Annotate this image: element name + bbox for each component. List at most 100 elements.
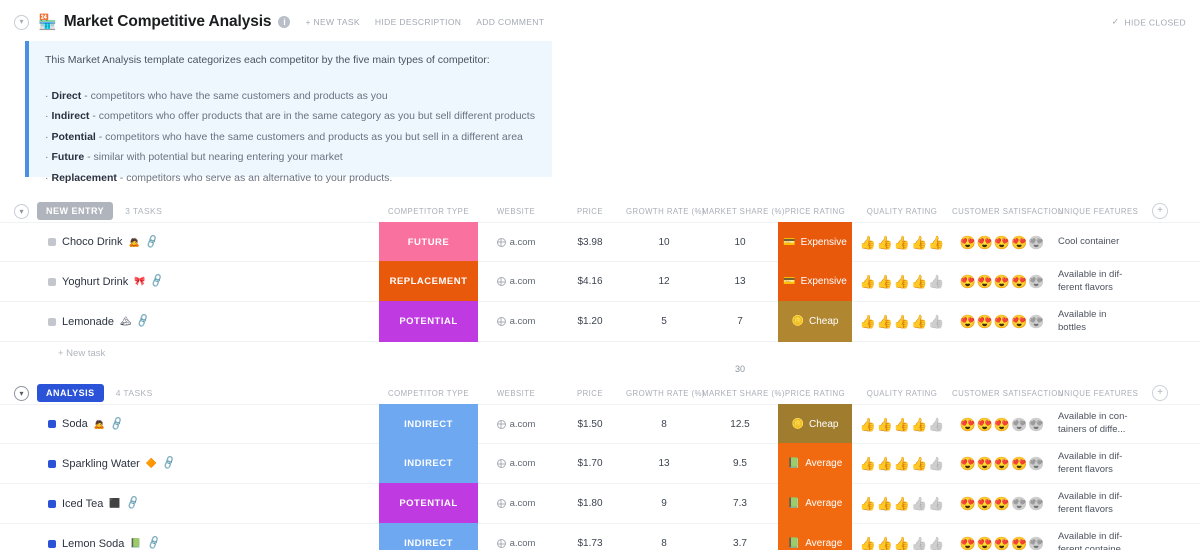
table-row[interactable]: Choco Drink🙇🔗FUTUREa.com$3.981010💳Expens… bbox=[0, 222, 1200, 262]
attachment-clip-icon[interactable]: 🔗 bbox=[161, 456, 177, 471]
new-task-button[interactable]: + NEW TASK bbox=[305, 17, 359, 27]
price-rating-cell[interactable]: 📗Average bbox=[778, 523, 852, 550]
column-header-quality-rating[interactable]: QUALITY RATING bbox=[852, 207, 952, 216]
growth-rate-cell[interactable]: 13 bbox=[626, 444, 702, 483]
price-cell[interactable]: $1.50 bbox=[554, 405, 626, 443]
heart-face-rating[interactable]: 😍😍😍😍😍 bbox=[960, 275, 1045, 288]
table-row[interactable]: Soda🙇🔗INDIRECTa.com$1.50812.5🪙Cheap👍👍👍👍👍… bbox=[0, 404, 1200, 444]
price-rating-badge[interactable]: 📗Average bbox=[778, 483, 852, 524]
competitor-type-cell[interactable]: INDIRECT bbox=[379, 443, 478, 484]
assignee-avatar[interactable]: 🏔 bbox=[120, 317, 131, 326]
column-header-price[interactable]: PRICE bbox=[554, 389, 626, 398]
column-header-website[interactable]: WEBSITE bbox=[478, 207, 554, 216]
website-link[interactable]: a.com bbox=[497, 538, 536, 549]
website-link[interactable]: a.com bbox=[497, 419, 536, 430]
task-name-cell[interactable]: Lemonade🏔🔗 bbox=[0, 302, 379, 341]
attachment-clip-icon[interactable]: 🔗 bbox=[109, 416, 125, 431]
unique-features-cell[interactable]: Available in dif- ferent containe... bbox=[1052, 524, 1147, 550]
price-cell[interactable]: $1.70 bbox=[554, 444, 626, 483]
quality-rating-cell[interactable]: 👍👍👍👍👍 bbox=[852, 302, 952, 341]
price-cell[interactable]: $1.20 bbox=[554, 302, 626, 341]
unique-features-cell[interactable]: Cool container bbox=[1052, 223, 1147, 261]
competitor-type-badge[interactable]: REPLACEMENT bbox=[379, 261, 478, 302]
status-square-icon[interactable] bbox=[48, 500, 56, 508]
competitor-type-badge[interactable]: POTENTIAL bbox=[379, 301, 478, 342]
attachment-clip-icon[interactable]: 🔗 bbox=[150, 274, 166, 289]
quality-rating-cell[interactable]: 👍👍👍👍👍 bbox=[852, 524, 952, 550]
add-column-plus-icon[interactable]: + bbox=[1152, 385, 1168, 401]
column-header-price-rating[interactable]: PRICE RATING bbox=[778, 389, 852, 398]
price-rating-badge[interactable]: 💳Expensive bbox=[778, 222, 852, 262]
competitor-type-badge[interactable]: FUTURE bbox=[379, 222, 478, 262]
task-name-cell[interactable]: Lemon Soda📗🔗 bbox=[0, 524, 379, 550]
website-cell[interactable]: a.com bbox=[478, 262, 554, 301]
assignee-avatar[interactable]: 🙇 bbox=[129, 238, 140, 247]
market-share-cell[interactable]: 3.7 bbox=[702, 524, 778, 550]
hide-description-button[interactable]: HIDE DESCRIPTION bbox=[375, 17, 461, 27]
column-header-website[interactable]: WEBSITE bbox=[478, 389, 554, 398]
competitor-type-badge[interactable]: INDIRECT bbox=[379, 523, 478, 550]
thumbs-up-rating[interactable]: 👍👍👍👍👍 bbox=[860, 315, 945, 328]
table-row[interactable]: Iced Tea⬛🔗POTENTIALa.com$1.8097.3📗Averag… bbox=[0, 484, 1200, 524]
table-row[interactable]: Yoghurt Drink🎀🔗REPLACEMENTa.com$4.161213… bbox=[0, 262, 1200, 302]
customer-satisfaction-cell[interactable]: 😍😍😍😍😍 bbox=[952, 302, 1052, 341]
group-status-tag[interactable]: NEW ENTRY bbox=[37, 202, 113, 220]
competitor-type-badge[interactable]: INDIRECT bbox=[379, 404, 478, 444]
assignee-avatar[interactable]: ⬛ bbox=[109, 499, 120, 508]
heart-face-rating[interactable]: 😍😍😍😍😍 bbox=[960, 315, 1045, 328]
customer-satisfaction-cell[interactable]: 😍😍😍😍😍 bbox=[952, 444, 1052, 483]
unique-features-cell[interactable]: Available in dif- ferent flavors bbox=[1052, 484, 1147, 523]
website-link[interactable]: a.com bbox=[497, 237, 536, 248]
column-header-market-share[interactable]: MARKET SHARE (%) bbox=[702, 207, 778, 216]
collapse-all-icon[interactable]: ▾ bbox=[14, 15, 29, 30]
market-share-cell[interactable]: 7 bbox=[702, 302, 778, 341]
heart-face-rating[interactable]: 😍😍😍😍😍 bbox=[960, 418, 1045, 431]
unique-features-cell[interactable]: Available in dif- ferent flavors bbox=[1052, 262, 1147, 301]
add-comment-button[interactable]: ADD COMMENT bbox=[476, 17, 544, 27]
assignee-avatar[interactable]: 🎀 bbox=[134, 277, 145, 286]
quality-rating-cell[interactable]: 👍👍👍👍👍 bbox=[852, 223, 952, 261]
customer-satisfaction-cell[interactable]: 😍😍😍😍😍 bbox=[952, 223, 1052, 261]
thumbs-up-rating[interactable]: 👍👍👍👍👍 bbox=[860, 236, 945, 249]
price-rating-badge[interactable]: 💳Expensive bbox=[778, 261, 852, 302]
attachment-clip-icon[interactable]: 🔗 bbox=[146, 536, 162, 550]
column-header-customer-satisfaction[interactable]: CUSTOMER SATISFACTION bbox=[952, 389, 1052, 398]
market-share-cell[interactable]: 7.3 bbox=[702, 484, 778, 523]
column-header-growth-rate[interactable]: GROWTH RATE (%) bbox=[626, 389, 702, 398]
price-rating-badge[interactable]: 🪙Cheap bbox=[778, 404, 852, 444]
assignee-avatar[interactable]: 🙇 bbox=[94, 420, 105, 429]
attachment-clip-icon[interactable]: 🔗 bbox=[136, 314, 152, 329]
hide-closed-toggle[interactable]: ✓ HIDE CLOSED bbox=[1112, 17, 1186, 28]
price-cell[interactable]: $4.16 bbox=[554, 262, 626, 301]
growth-rate-cell[interactable]: 9 bbox=[626, 484, 702, 523]
column-header-growth-rate[interactable]: GROWTH RATE (%) bbox=[626, 207, 702, 216]
competitor-type-badge[interactable]: INDIRECT bbox=[379, 443, 478, 484]
competitor-type-badge[interactable]: POTENTIAL bbox=[379, 483, 478, 524]
thumbs-up-rating[interactable]: 👍👍👍👍👍 bbox=[860, 418, 945, 431]
status-square-icon[interactable] bbox=[48, 238, 56, 246]
website-cell[interactable]: a.com bbox=[478, 302, 554, 341]
task-name-cell[interactable]: Choco Drink🙇🔗 bbox=[0, 223, 379, 261]
thumbs-up-rating[interactable]: 👍👍👍👍👍 bbox=[860, 457, 945, 470]
thumbs-up-rating[interactable]: 👍👍👍👍👍 bbox=[860, 275, 945, 288]
price-rating-cell[interactable]: 🪙Cheap bbox=[778, 404, 852, 444]
growth-rate-cell[interactable]: 12 bbox=[626, 262, 702, 301]
heart-face-rating[interactable]: 😍😍😍😍😍 bbox=[960, 236, 1045, 249]
market-share-cell[interactable]: 10 bbox=[702, 223, 778, 261]
attachment-clip-icon[interactable]: 🔗 bbox=[144, 234, 160, 249]
task-name-cell[interactable]: Yoghurt Drink🎀🔗 bbox=[0, 262, 379, 301]
column-header-quality-rating[interactable]: QUALITY RATING bbox=[852, 389, 952, 398]
heart-face-rating[interactable]: 😍😍😍😍😍 bbox=[960, 457, 1045, 470]
unique-features-cell[interactable]: Available in con- tainers of diffe... bbox=[1052, 405, 1147, 443]
heart-face-rating[interactable]: 😍😍😍😍😍 bbox=[960, 497, 1045, 510]
column-header-price[interactable]: PRICE bbox=[554, 207, 626, 216]
website-cell[interactable]: a.com bbox=[478, 444, 554, 483]
customer-satisfaction-cell[interactable]: 😍😍😍😍😍 bbox=[952, 405, 1052, 443]
price-rating-cell[interactable]: 🪙Cheap bbox=[778, 301, 852, 342]
column-header-competitor-type[interactable]: COMPETITOR TYPE bbox=[379, 207, 478, 216]
website-cell[interactable]: a.com bbox=[478, 524, 554, 550]
price-rating-badge[interactable]: 📗Average bbox=[778, 523, 852, 550]
price-cell[interactable]: $3.98 bbox=[554, 223, 626, 261]
quality-rating-cell[interactable]: 👍👍👍👍👍 bbox=[852, 262, 952, 301]
website-cell[interactable]: a.com bbox=[478, 223, 554, 261]
